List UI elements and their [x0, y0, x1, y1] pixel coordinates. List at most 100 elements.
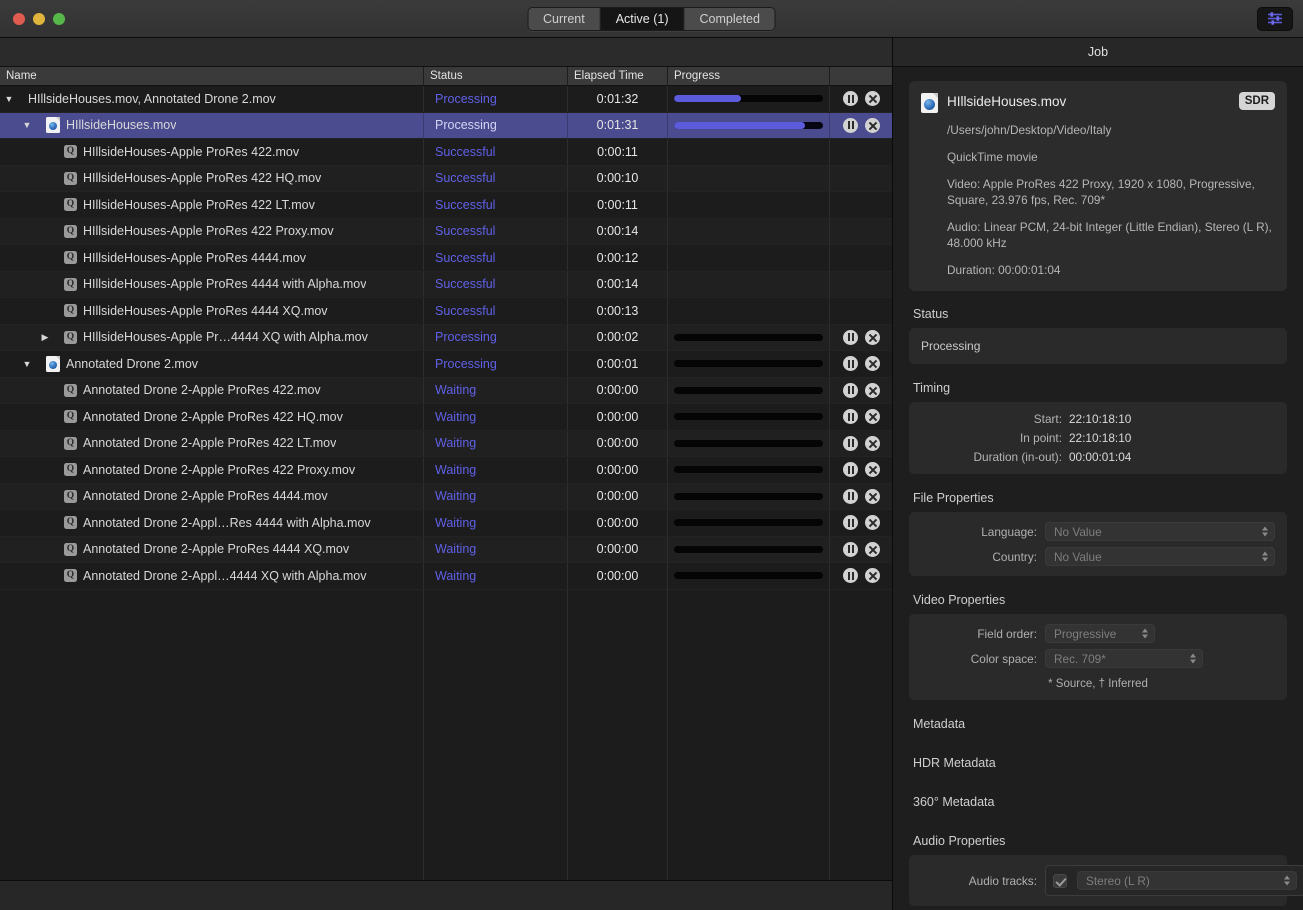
source-kind: QuickTime movie [921, 149, 1275, 165]
table-row[interactable]: HIllsideHouses-Apple ProRes 422 LT.movSu… [0, 192, 892, 219]
cancel-icon[interactable] [865, 330, 880, 345]
country-value: No Value [1054, 550, 1102, 564]
table-cell-progress [668, 431, 830, 457]
pause-icon[interactable] [843, 330, 858, 345]
column-header-name[interactable]: Name [0, 67, 424, 85]
hdr-metadata-section-title[interactable]: HDR Metadata [913, 756, 1287, 770]
inspector-title: Job [893, 38, 1303, 67]
cancel-icon[interactable] [865, 568, 880, 583]
table-cell-elapsed-time: 0:00:02 [568, 325, 668, 351]
table-cell-actions [830, 139, 892, 165]
progress-bar [674, 413, 823, 420]
table-row[interactable]: ▼Annotated Drone 2.movProcessing0:00:01 [0, 351, 892, 378]
table-empty-area [0, 590, 892, 881]
table-cell-status: Waiting [424, 431, 568, 457]
table-cell-actions [830, 86, 892, 112]
tab-current[interactable]: Current [528, 8, 601, 30]
disclosure-triangle-down-icon[interactable]: ▼ [18, 120, 36, 130]
quicktime-output-icon [64, 172, 77, 185]
minimize-window-button[interactable] [33, 13, 45, 25]
quicktime-output-icon [64, 437, 77, 450]
table-cell-status: Successful [424, 272, 568, 298]
table-row[interactable]: ▼HIllsideHouses.movProcessing0:01:31 [0, 113, 892, 140]
table-row[interactable]: Annotated Drone 2-Apple ProRes 422 Proxy… [0, 457, 892, 484]
pause-icon[interactable] [843, 409, 858, 424]
sliders-button[interactable] [1257, 7, 1293, 31]
row-name-label: Annotated Drone 2-Apple ProRes 422 Proxy… [83, 463, 355, 477]
zoom-window-button[interactable] [53, 13, 65, 25]
audio-track-entry: Stereo (L R) [1045, 865, 1303, 896]
cancel-icon[interactable] [865, 91, 880, 106]
chevron-updown-icon [1262, 525, 1269, 538]
cancel-icon[interactable] [865, 436, 880, 451]
audio-track-select[interactable]: Stereo (L R) [1077, 871, 1297, 890]
tab-active[interactable]: Active (1) [601, 8, 685, 30]
cancel-icon[interactable] [865, 356, 880, 371]
table-row[interactable]: ▶HIllsideHouses-Apple Pr…4444 XQ with Al… [0, 325, 892, 352]
metadata-section-title[interactable]: Metadata [913, 717, 1287, 731]
column-header-elapsed[interactable]: Elapsed Time [568, 67, 668, 85]
row-name-label: HIllsideHouses-Apple ProRes 422 Proxy.mo… [83, 224, 334, 238]
pause-icon[interactable] [843, 489, 858, 504]
tab-completed[interactable]: Completed [685, 8, 775, 30]
color-space-value: Rec. 709* [1054, 652, 1106, 666]
table-row[interactable]: Annotated Drone 2-Apple ProRes 422.movWa… [0, 378, 892, 405]
pause-icon[interactable] [843, 356, 858, 371]
language-select[interactable]: No Value [1045, 522, 1275, 541]
country-select[interactable]: No Value [1045, 547, 1275, 566]
table-cell-name: HIllsideHouses-Apple ProRes 422 Proxy.mo… [0, 219, 424, 245]
table-row[interactable]: HIllsideHouses-Apple ProRes 4444 with Al… [0, 272, 892, 299]
table-row[interactable]: HIllsideHouses-Apple ProRes 422.movSucce… [0, 139, 892, 166]
cancel-icon[interactable] [865, 383, 880, 398]
timing-label-start: Start: [921, 412, 1069, 426]
pause-icon[interactable] [843, 542, 858, 557]
table-row[interactable]: Annotated Drone 2-Apple ProRes 4444.movW… [0, 484, 892, 511]
table-row[interactable]: Annotated Drone 2-Apple ProRes 422 LT.mo… [0, 431, 892, 458]
table-row[interactable]: Annotated Drone 2-Apple ProRes 4444 XQ.m… [0, 537, 892, 564]
cancel-icon[interactable] [865, 489, 880, 504]
table-row[interactable]: Annotated Drone 2-Apple ProRes 422 HQ.mo… [0, 404, 892, 431]
table-row[interactable]: Annotated Drone 2-Appl…Res 4444 with Alp… [0, 510, 892, 537]
cancel-icon[interactable] [865, 515, 880, 530]
pause-icon[interactable] [843, 91, 858, 106]
table-row[interactable]: HIllsideHouses-Apple ProRes 422 HQ.movSu… [0, 166, 892, 193]
disclosure-triangle-right-icon[interactable]: ▶ [36, 332, 54, 343]
column-header-status[interactable]: Status [424, 67, 568, 85]
chevron-updown-icon [1284, 874, 1291, 887]
pause-icon[interactable] [843, 568, 858, 583]
field-order-select[interactable]: Progressive [1045, 624, 1155, 643]
table-row[interactable]: HIllsideHouses-Apple ProRes 4444.movSucc… [0, 245, 892, 272]
cancel-icon[interactable] [865, 542, 880, 557]
360-metadata-section-title[interactable]: 360° Metadata [913, 795, 1287, 809]
pause-icon[interactable] [843, 383, 858, 398]
table-cell-actions [830, 484, 892, 510]
view-mode-segmented-control[interactable]: Current Active (1) Completed [527, 7, 776, 31]
table-cell-actions [830, 457, 892, 483]
table-cell-progress [668, 272, 830, 298]
pause-icon[interactable] [843, 462, 858, 477]
disclosure-triangle-down-icon[interactable]: ▼ [0, 94, 18, 104]
table-row[interactable]: HIllsideHouses-Apple ProRes 4444 XQ.movS… [0, 298, 892, 325]
pause-icon[interactable] [843, 436, 858, 451]
column-header-actions[interactable] [830, 67, 893, 85]
source-path: /Users/john/Desktop/Video/Italy [921, 122, 1275, 138]
color-space-select[interactable]: Rec. 709* [1045, 649, 1203, 668]
source-filename: HIllsideHouses.mov [947, 92, 1230, 112]
cancel-icon[interactable] [865, 118, 880, 133]
column-header-progress[interactable]: Progress [668, 67, 830, 85]
close-window-button[interactable] [13, 13, 25, 25]
jobs-table-body[interactable]: ▼HIllsideHouses.mov, Annotated Drone 2.m… [0, 86, 892, 880]
pause-icon[interactable] [843, 515, 858, 530]
cancel-icon[interactable] [865, 462, 880, 477]
video-properties-row-field-order: Field order: Progressive [921, 624, 1275, 643]
table-cell-name: Annotated Drone 2-Apple ProRes 422.mov [0, 378, 424, 404]
audio-track-checkbox[interactable] [1053, 874, 1067, 888]
pause-icon[interactable] [843, 118, 858, 133]
cancel-icon[interactable] [865, 409, 880, 424]
table-row[interactable]: ▼HIllsideHouses.mov, Annotated Drone 2.m… [0, 86, 892, 113]
table-cell-status: Successful [424, 298, 568, 324]
table-row[interactable]: Annotated Drone 2-Appl…4444 XQ with Alph… [0, 563, 892, 590]
table-row[interactable]: HIllsideHouses-Apple ProRes 422 Proxy.mo… [0, 219, 892, 246]
disclosure-triangle-down-icon[interactable]: ▼ [18, 359, 36, 369]
table-cell-name: Annotated Drone 2-Apple ProRes 4444 XQ.m… [0, 537, 424, 563]
